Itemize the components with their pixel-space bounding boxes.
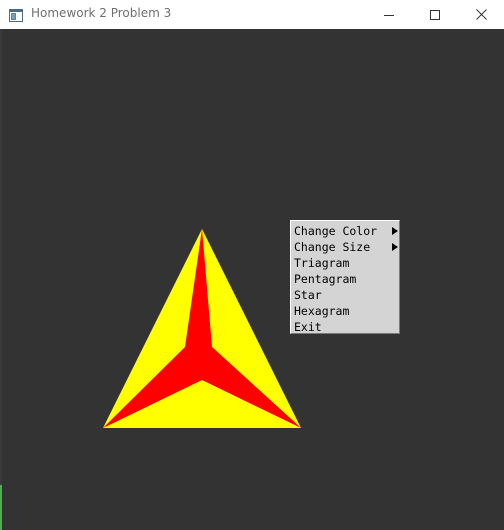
menu-item-label: Exit [294,320,322,334]
minimize-icon [384,10,394,20]
drawing-canvas[interactable] [2,29,504,530]
menu-item-label: Triagram [294,256,350,270]
menu-item-label: Hexagram [294,304,350,318]
menu-item-exit[interactable]: Exit [291,319,399,335]
menu-item-pentagram[interactable]: Pentagram [291,271,399,287]
menu-item-label: Pentagram [294,272,357,286]
menu-item-star[interactable]: Star [291,287,399,303]
close-icon [475,9,487,20]
window-title: Homework 2 Problem 3 [31,6,172,20]
menu-item-change-color[interactable]: Change Color [291,223,399,239]
menu-item-change-size[interactable]: Change Size [291,239,399,255]
menu-item-hexagram[interactable]: Hexagram [291,303,399,319]
menu-item-label: Change Color [294,224,378,238]
triagram-drawing [103,229,301,428]
maximize-button[interactable] [412,0,458,29]
submenu-arrow-icon [392,243,398,251]
maximize-icon [430,9,440,20]
minimize-button[interactable] [366,0,412,29]
submenu-arrow-icon [392,227,398,235]
app-window-icon [9,7,23,22]
menu-item-label: Change Size [294,240,371,254]
title-bar[interactable]: Homework 2 Problem 3 [0,0,504,29]
menu-item-label: Star [294,288,322,302]
context-menu: Change Color Change Size Triagram Pentagram… [290,220,400,334]
menu-item-triagram[interactable]: Triagram [291,255,399,271]
app-window: Homework 2 Problem 3 Change Color Change… [0,0,504,530]
close-button[interactable] [458,0,504,29]
